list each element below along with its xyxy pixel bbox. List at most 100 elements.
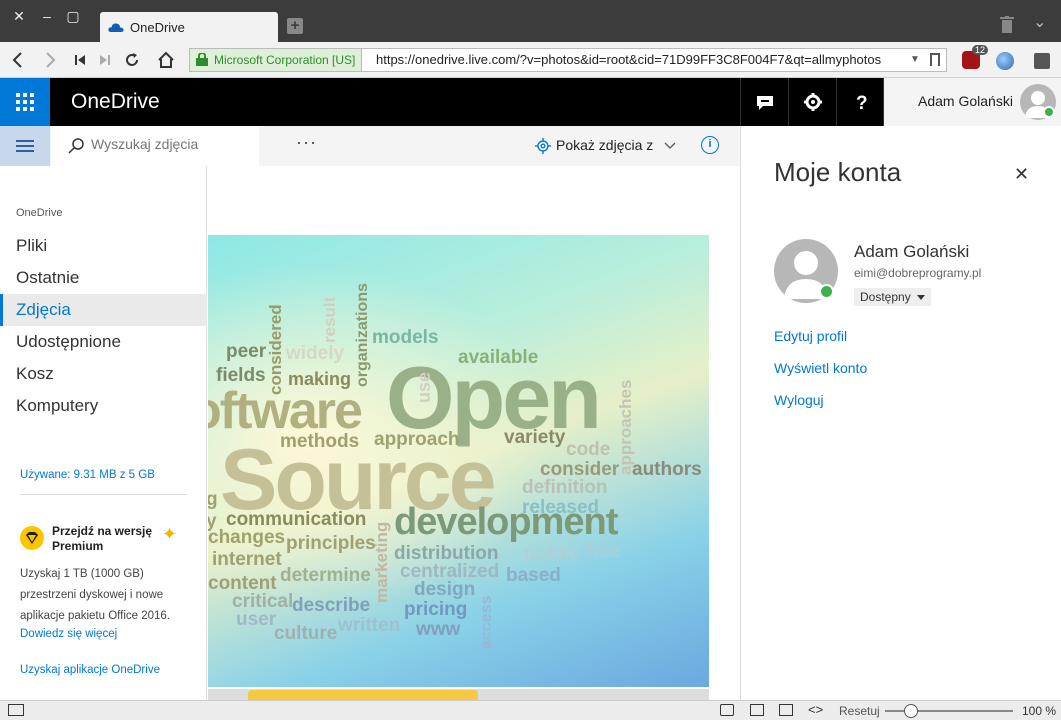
- next-photo-thumbnail[interactable]: [208, 689, 709, 700]
- nav-item-recent[interactable]: Ostatnie: [0, 262, 207, 294]
- waffle-icon: [16, 93, 34, 111]
- extension-icon[interactable]: [1034, 53, 1050, 69]
- word-cloud-text: peer: [226, 341, 267, 362]
- url-dropdown-icon[interactable]: ▼: [910, 54, 920, 65]
- word-cloud-text: access: [478, 595, 495, 649]
- sign-out-link[interactable]: Wyloguj: [774, 392, 824, 408]
- online-status-icon: [819, 284, 834, 299]
- minimize-window-icon[interactable]: –: [37, 6, 57, 26]
- accounts-pane: Moje konta ✕ Adam Golański eimi@dobrepro…: [740, 126, 1061, 700]
- maximize-window-icon[interactable]: ▢: [63, 6, 83, 26]
- url-field[interactable]: Microsoft Corporation [US] https://onedr…: [189, 48, 947, 72]
- word-cloud-text: internet: [212, 549, 282, 570]
- zoom-slider-handle[interactable]: [904, 704, 918, 718]
- help-button[interactable]: ?: [836, 78, 884, 126]
- show-photos-from-dropdown[interactable]: Pokaż zdjęcia z: [534, 137, 681, 155]
- address-toolbar: Microsoft Corporation [US] https://onedr…: [0, 42, 1061, 78]
- word-cloud-text: user: [236, 609, 277, 630]
- close-window-icon[interactable]: ✕: [9, 6, 29, 26]
- pane-title: Moje konta: [774, 157, 902, 187]
- view-account-link[interactable]: Wyświetl konto: [774, 360, 867, 376]
- settings-button[interactable]: [788, 78, 836, 126]
- info-icon[interactable]: i: [701, 136, 719, 154]
- divider: [20, 494, 187, 495]
- browser-tab-onedrive[interactable]: OneDrive: [100, 12, 278, 42]
- edit-profile-link[interactable]: Edytuj profil: [774, 328, 847, 344]
- premium-title: Przejdź na wersję Premium: [52, 524, 153, 553]
- caret-down-icon: [916, 295, 925, 301]
- word-cloud-text: variety: [504, 427, 566, 448]
- nav-item-shared[interactable]: Udostępnione: [0, 326, 207, 358]
- zoom-level: 100 %: [1022, 704, 1057, 718]
- ssl-label: Microsoft Corporation [US]: [214, 53, 356, 67]
- presence-dropdown[interactable]: Dostępny: [854, 288, 931, 306]
- vivaldi-menu-icon[interactable]: ⌄: [1033, 12, 1046, 32]
- extension-badge-count: 12: [971, 45, 988, 55]
- learn-more-link[interactable]: Dowiedz się więcej: [20, 628, 117, 640]
- word-cloud-text: culture: [274, 623, 338, 644]
- search-input[interactable]: [91, 136, 251, 152]
- presence-label: Dostępny: [860, 290, 911, 304]
- word-cloud-text: based: [506, 565, 561, 586]
- svg-text:?: ?: [856, 93, 868, 112]
- diamond-icon: [20, 526, 44, 550]
- word-cloud-text: public: [524, 543, 580, 564]
- search-box[interactable]: [51, 126, 259, 166]
- reload-icon[interactable]: [122, 50, 142, 70]
- brand-title[interactable]: OneDrive: [71, 90, 160, 114]
- app-launcher-button[interactable]: [0, 78, 50, 126]
- premium-description: Uzyskaj 1 TB (1000 GB) przestrzeni dysko…: [20, 568, 171, 622]
- search-icon: [68, 138, 84, 154]
- word-cloud-text: principles: [286, 533, 376, 554]
- nav-item-photos[interactable]: Zdjęcia: [0, 294, 207, 326]
- home-icon[interactable]: [156, 50, 176, 70]
- user-account-button[interactable]: Adam Golański: [884, 78, 1061, 126]
- word-cloud-text: definition: [522, 477, 608, 498]
- sparkle-icon: ✦: [162, 524, 178, 544]
- browser-status-bar: <> Resetuj 100 %: [0, 700, 1061, 720]
- word-cloud-text: determine: [280, 565, 371, 586]
- word-cloud-text: development: [394, 501, 618, 543]
- fast-forward-icon[interactable]: [95, 50, 115, 70]
- url-text[interactable]: https://onedrive.live.com/?v=photos&id=r…: [376, 49, 881, 71]
- ublock-extension-icon[interactable]: 12: [962, 45, 988, 69]
- word-cloud-text: code: [566, 439, 611, 460]
- word-cloud-text: models: [372, 327, 439, 348]
- browser-tab-bar: ✕ – ▢ OneDrive + ⌄: [0, 0, 1061, 42]
- close-icon[interactable]: ✕: [1014, 164, 1029, 185]
- nav-item-files[interactable]: Pliki: [0, 230, 207, 262]
- storage-usage-link[interactable]: Używane: 9.31 MB z 5 GB: [20, 469, 155, 481]
- word-cloud-text: describe: [292, 595, 371, 616]
- more-options-button[interactable]: ···: [296, 132, 317, 153]
- ssl-certificate-badge[interactable]: Microsoft Corporation [US]: [190, 49, 363, 71]
- nav-section-label: OneDrive: [16, 207, 63, 219]
- back-arrow-icon[interactable]: [8, 50, 28, 70]
- word-cloud-text: free: [586, 541, 621, 562]
- get-apps-link[interactable]: Uzyskaj aplikacje OneDrive: [20, 664, 160, 676]
- rewind-icon[interactable]: [70, 50, 90, 70]
- image-icon[interactable]: [779, 704, 793, 716]
- camera-icon[interactable]: [720, 704, 734, 716]
- nav-item-recycle-bin[interactable]: Kosz: [0, 358, 207, 390]
- forward-arrow-icon[interactable]: [40, 50, 60, 70]
- word-cloud-text: design: [414, 579, 476, 600]
- nav-toggle-button[interactable]: [0, 126, 50, 166]
- word-cloud-text: pricing: [404, 599, 468, 620]
- word-cloud-text: changes: [208, 527, 286, 548]
- nav-item-pcs[interactable]: Komputery: [0, 390, 207, 422]
- photos-main-area: peer widely fields making considered res…: [208, 166, 740, 700]
- onedrive-cloud-icon: [108, 23, 124, 32]
- account-email: eimi@dobreprogramy.pl: [854, 266, 982, 280]
- code-icon[interactable]: <>: [808, 702, 823, 717]
- feedback-button[interactable]: [740, 78, 788, 126]
- chat-bubble-icon: [757, 96, 773, 110]
- reset-zoom-button[interactable]: Resetuj: [839, 704, 880, 718]
- panel-toggle-icon[interactable]: [8, 704, 24, 716]
- globe-extension-icon[interactable]: [996, 52, 1014, 70]
- photo-thumbnail[interactable]: peer widely fields making considered res…: [208, 235, 709, 687]
- trash-icon[interactable]: [1000, 16, 1014, 34]
- new-tab-button[interactable]: +: [287, 18, 303, 34]
- window-icon[interactable]: [750, 704, 764, 716]
- command-bar: ··· Pokaż zdjęcia z i: [0, 126, 740, 166]
- bookmark-icon[interactable]: [930, 53, 940, 66]
